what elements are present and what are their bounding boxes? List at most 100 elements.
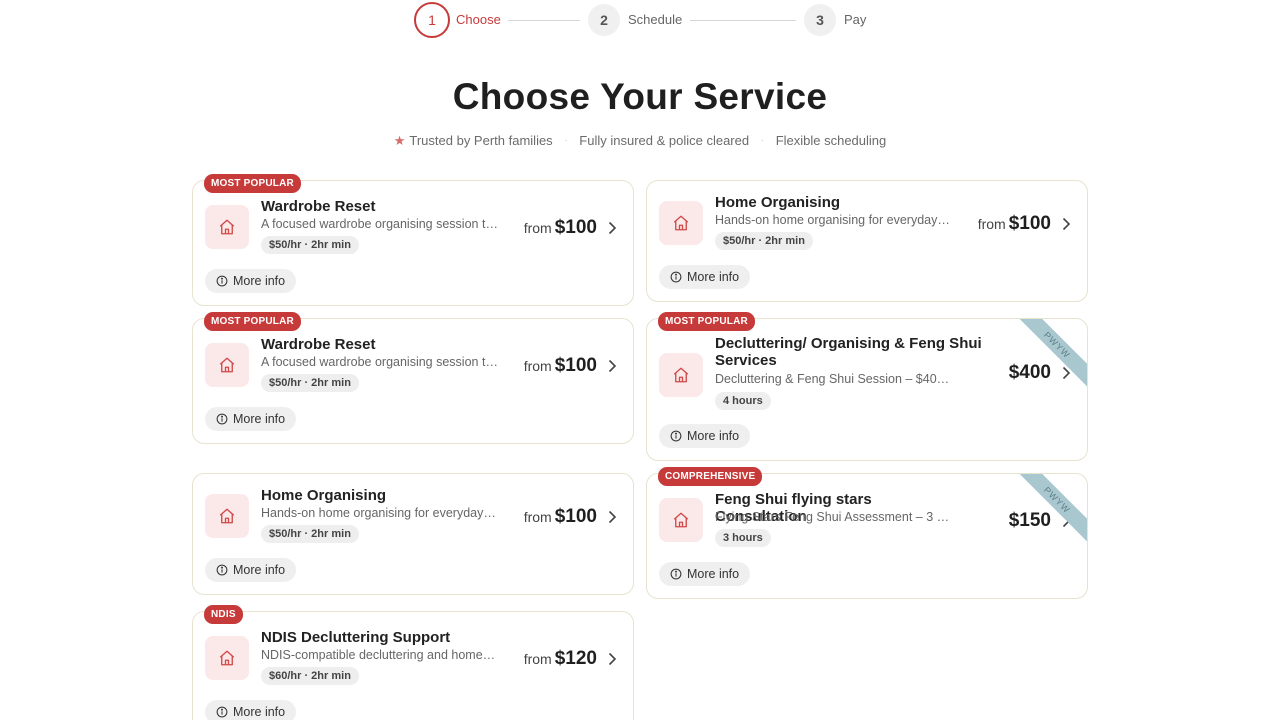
price-display: from $100 [524, 506, 597, 528]
trust-item: Flexible scheduling [775, 133, 887, 149]
page-title: Choose Your Service [452, 76, 828, 117]
home-icon [672, 511, 690, 529]
trust-item: Fully insured & police cleared [579, 133, 750, 149]
info-icon [216, 564, 228, 576]
step-2-circle[interactable]: 2 [588, 4, 620, 36]
service-badge: COMPREHENSIVE [658, 467, 763, 486]
service-badge: NDIS [204, 605, 243, 624]
trust-badges: ★ Trusted by Perth families · Fully insur… [0, 132, 1280, 149]
chevron-right-icon[interactable] [607, 359, 617, 373]
home-icon-box [205, 636, 249, 680]
home-icon [672, 366, 690, 384]
chevron-right-icon[interactable] [1061, 217, 1071, 231]
price-value: $100 [1008, 213, 1051, 234]
service-name: Home Organising [715, 194, 841, 211]
service-description: A focused wardrobe organising session to… [261, 355, 501, 369]
service-card[interactable]: Home Organising Hands-on home organising … [646, 180, 1088, 302]
rate-pill: $50/hr · 2hr min [261, 525, 359, 543]
service-badge: MOST POPULAR [204, 312, 301, 331]
separator-dot: · [760, 135, 765, 147]
home-icon [672, 214, 690, 232]
service-name: Wardrobe Reset [261, 336, 376, 353]
price-display: from $100 [524, 217, 597, 239]
info-icon [670, 430, 682, 442]
separator-dot: · [564, 135, 568, 147]
service-card[interactable]: Home Organising Hands-on home organising … [192, 473, 634, 595]
step-1-label[interactable]: Choose [456, 12, 501, 27]
home-icon-box [659, 353, 703, 397]
step-3-circle[interactable]: 3 [804, 4, 836, 36]
service-card[interactable]: Wardrobe Reset A focused wardrobe organis… [192, 180, 634, 306]
price-display: $150 [1006, 510, 1051, 532]
service-description: Decluttering & Feng Shui Session – $400 … [715, 372, 955, 386]
home-icon-box [659, 201, 703, 245]
home-icon [218, 649, 236, 667]
service-description: Hands-on home organising for everyday… [261, 506, 496, 520]
rate-pill: $60/hr · 2hr min [261, 667, 359, 685]
price-value: $100 [554, 355, 597, 376]
rate-pill: 4 hours [715, 392, 771, 410]
service-description: Hands-on home organising for everyday… [715, 213, 950, 227]
service-name: Decluttering/ Organising & Feng Shui Ser… [715, 335, 982, 369]
service-name: NDIS Decluttering Support [261, 629, 451, 646]
service-card[interactable]: NDIS Decluttering Support NDIS-compatible… [192, 611, 634, 720]
step-connector [508, 20, 580, 21]
more-info-button[interactable]: More info [205, 700, 297, 720]
info-icon [216, 706, 228, 718]
more-info-label: More info [233, 274, 286, 288]
more-info-label: More info [233, 705, 286, 719]
service-card[interactable]: Wardrobe Reset A focused wardrobe organis… [192, 318, 634, 444]
from-label: from [977, 216, 1006, 232]
price-value: $120 [554, 648, 597, 669]
from-label: from [523, 220, 552, 236]
more-info-button[interactable]: More info [205, 407, 297, 431]
more-info-button[interactable]: More info [205, 269, 297, 293]
service-badge: MOST POPULAR [658, 312, 755, 331]
more-info-label: More info [687, 429, 740, 443]
service-description: A focused wardrobe organising session to… [261, 217, 501, 231]
step-connector [690, 20, 796, 21]
price-display: from $120 [524, 648, 597, 670]
home-icon [218, 507, 236, 525]
from-label: from [523, 509, 552, 525]
home-icon [218, 356, 236, 374]
home-icon-box [659, 498, 703, 542]
service-card[interactable]: Feng Shui flying stars Consultation Flyin… [646, 473, 1088, 599]
info-icon [670, 271, 682, 283]
price-display: $400 [1006, 362, 1051, 384]
home-icon-box [205, 343, 249, 387]
rate-pill: 3 hours [715, 529, 771, 547]
home-icon-box [205, 494, 249, 538]
more-info-button[interactable]: More info [659, 265, 751, 289]
more-info-label: More info [687, 567, 740, 581]
more-info-label: More info [687, 270, 740, 284]
service-badge: MOST POPULAR [204, 174, 301, 193]
rate-pill: $50/hr · 2hr min [261, 236, 359, 254]
chevron-right-icon[interactable] [607, 510, 617, 524]
price-value: $400 [1008, 362, 1051, 383]
price-value: $150 [1008, 510, 1051, 531]
info-icon [216, 413, 228, 425]
info-icon [216, 275, 228, 287]
more-info-button[interactable]: More info [659, 562, 751, 586]
step-1-circle[interactable]: 1 [414, 2, 450, 38]
more-info-button[interactable]: More info [205, 558, 297, 582]
service-name: Home Organising [261, 487, 387, 504]
more-info-label: More info [233, 412, 286, 426]
step-3-label[interactable]: Pay [844, 12, 866, 27]
service-card[interactable]: Decluttering/ Organising & Feng Shui Ser… [646, 318, 1088, 461]
service-description: NDIS-compatible decluttering and home… [261, 648, 496, 662]
chevron-right-icon[interactable] [607, 221, 617, 235]
price-display: from $100 [524, 355, 597, 377]
star-icon: ★ [393, 132, 406, 148]
price-value: $100 [554, 217, 597, 238]
step-2-label[interactable]: Schedule [628, 12, 682, 27]
more-info-button[interactable]: More info [659, 424, 751, 448]
rate-pill: $50/hr · 2hr min [715, 232, 813, 250]
from-label: from [523, 651, 552, 667]
chevron-right-icon[interactable] [607, 652, 617, 666]
home-icon [218, 218, 236, 236]
home-icon-box [205, 205, 249, 249]
price-display: from $100 [978, 213, 1051, 235]
price-value: $100 [554, 506, 597, 527]
